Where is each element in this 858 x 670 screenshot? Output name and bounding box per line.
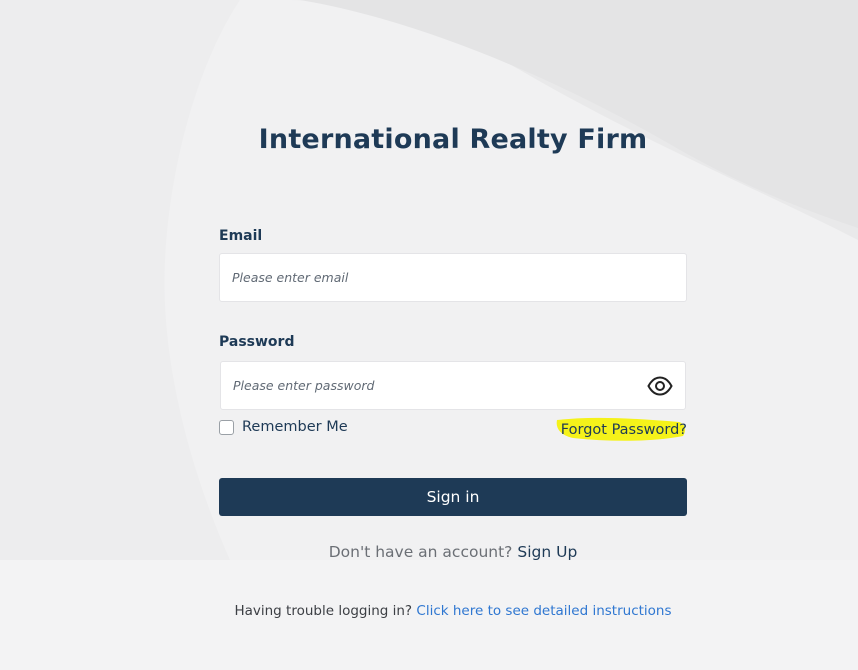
page-title: International Realty Firm: [258, 124, 648, 155]
forgot-password-label: Forgot Password?: [560, 422, 687, 438]
forgot-password-link[interactable]: Forgot Password?: [556, 417, 687, 441]
options-row: Remember Me Forgot Password?: [219, 417, 687, 444]
sign-up-link[interactable]: Sign Up: [517, 543, 577, 561]
help-instructions-link[interactable]: Click here to see detailed instructions: [416, 603, 671, 619]
remember-me-checkbox[interactable]: [219, 419, 234, 435]
signup-row: Don't have an account? Sign Up: [219, 543, 687, 561]
login-page: International Realty Firm Email Password…: [0, 0, 858, 670]
login-form: Email Password Remember Me: [219, 226, 687, 561]
password-label: Password: [219, 334, 295, 350]
sign-in-button[interactable]: Sign in: [219, 478, 687, 516]
remember-me-label: Remember Me: [242, 419, 348, 435]
email-field-container: [219, 253, 687, 302]
remember-me[interactable]: Remember Me: [219, 419, 348, 435]
email-input[interactable]: [220, 254, 686, 301]
signup-prompt: Don't have an account?: [328, 543, 513, 561]
eye-icon[interactable]: [647, 374, 673, 398]
help-row: Having trouble logging in? Click here to…: [0, 603, 858, 619]
email-label: Email: [219, 228, 263, 244]
password-input[interactable]: [221, 362, 685, 409]
help-prompt: Having trouble logging in?: [234, 603, 413, 619]
password-field-container: [220, 361, 686, 410]
